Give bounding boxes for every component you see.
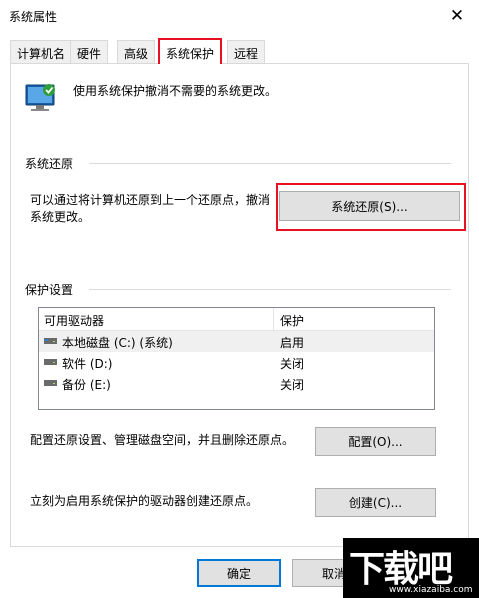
drive-list-header: 可用驱动器 保护 [39,308,434,331]
create-button[interactable]: 创建(C)... [315,488,436,517]
drive-icon [44,359,57,365]
watermark-url: www.xiazaiba.com [389,585,473,595]
restore-group-divider [89,163,451,164]
drive-protection-status: 关闭 [280,378,305,392]
column-divider [273,308,274,330]
column-header-drives[interactable]: 可用驱动器 [44,312,104,329]
restore-group-title: 系统还原 [25,157,74,171]
restore-description-line2: 系统更改。 [30,210,91,224]
drive-row[interactable]: 本地磁盘 (C:) (系统) 启用 [39,331,434,352]
drive-name: 本地磁盘 (C:) (系统) [62,336,173,350]
window-title: 系统属性 [9,10,58,24]
system-protection-icon [25,84,55,111]
drive-protection-status: 关闭 [280,357,305,371]
drive-protection-status: 启用 [280,336,305,350]
drive-icon [44,380,57,386]
close-icon[interactable]: ✕ [435,0,479,31]
drive-name: 软件 (D:) [62,357,113,371]
restore-description-line1: 可以通过将计算机还原到上一个还原点，撤消 [30,193,271,207]
watermark-logo: 下载吧 www.xiazaiba.com [343,538,479,598]
tab-remote[interactable]: 远程 [227,40,266,63]
tab-computer-name[interactable]: 计算机名 [10,40,73,63]
drive-row[interactable]: 软件 (D:) 关闭 [39,352,434,373]
tab-system-protection[interactable]: 系统保护 [158,38,223,64]
create-description: 立刻为启用系统保护的驱动器创建还原点。 [30,494,259,508]
intro-text: 使用系统保护撤消不需要的系统更改。 [73,84,278,98]
ok-button[interactable]: 确定 [197,559,281,587]
drive-row[interactable]: 备份 (E:) 关闭 [39,373,434,394]
tab-hardware[interactable]: 硬件 [70,40,109,63]
configure-description: 配置还原设置、管理磁盘空间，并且删除还原点。 [30,433,295,447]
protection-group-divider [89,289,451,290]
column-header-protection[interactable]: 保护 [280,312,304,329]
tab-strip: 计算机名 硬件 高级 系统保护 远程 [0,38,479,64]
tab-advanced[interactable]: 高级 [117,40,156,63]
system-properties-window: 系统属性 ✕ 计算机名 硬件 高级 系统保护 远程 使用系统保护撤消不需要的系统… [0,0,479,598]
drive-name: 备份 (E:) [62,378,111,392]
drive-list[interactable]: 可用驱动器 保护 本地磁盘 (C:) (系统) 启用 软件 (D:) 关闭 备份… [38,307,435,410]
configure-button[interactable]: 配置(O)... [315,427,436,456]
protection-group-title: 保护设置 [25,283,74,297]
title-bar: 系统属性 ✕ [0,0,479,31]
system-restore-button[interactable]: 系统还原(S)... [279,191,460,221]
system-drive-icon [44,338,57,344]
tab-panel-system-protection: 使用系统保护撤消不需要的系统更改。 系统还原 可以通过将计算机还原到上一个还原点… [10,63,469,547]
